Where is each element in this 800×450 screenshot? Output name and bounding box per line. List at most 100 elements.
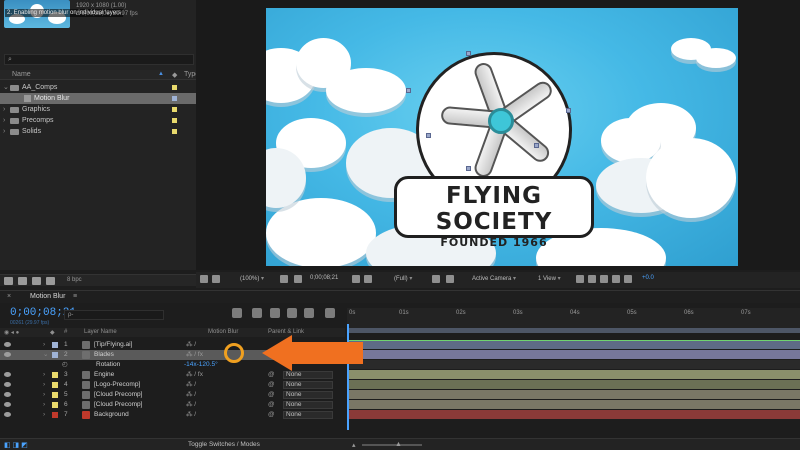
parent-dropdown[interactable]: None — [283, 371, 333, 379]
new-folder-icon[interactable] — [18, 277, 27, 285]
interpret-footage-icon[interactable] — [4, 277, 13, 285]
show-snapshot-icon[interactable] — [364, 275, 372, 283]
layer-bar[interactable] — [349, 340, 800, 349]
tab-motion-blur[interactable]: Motion Blur — [30, 293, 65, 300]
reset-exposure-icon[interactable] — [624, 275, 632, 283]
chevron-right-icon[interactable]: › — [3, 104, 5, 115]
pickwhip-icon[interactable]: @ — [268, 400, 275, 410]
parent-dropdown[interactable]: None — [283, 401, 333, 409]
layer-name[interactable]: Blades — [94, 350, 114, 360]
layer-switches[interactable]: ⁂ / — [186, 400, 196, 410]
column-motion-blur[interactable]: Motion Blur — [208, 329, 238, 335]
toggle-pixel-aspect-icon[interactable] — [576, 275, 584, 283]
render-time-icon[interactable]: ◧ ◨ ◩ — [4, 441, 28, 449]
label-swatch[interactable] — [52, 412, 58, 418]
transform-handle[interactable] — [406, 88, 411, 93]
layer-switches[interactable]: ⁂ / fx — [186, 370, 203, 380]
label-swatch[interactable] — [52, 392, 58, 398]
timeline-search-input[interactable]: ρ- — [64, 310, 164, 320]
layer-switches[interactable]: ⁂ / — [186, 380, 196, 390]
layer-switches[interactable]: ⁂ / — [186, 390, 196, 400]
project-item-motion-blur[interactable]: Motion Blur — [0, 93, 196, 104]
fast-preview-icon[interactable] — [588, 275, 596, 283]
chevron-right-icon[interactable]: › — [43, 340, 45, 350]
layer-switches[interactable]: ⁂ / — [186, 340, 196, 350]
transform-handle[interactable] — [466, 51, 471, 56]
mask-visibility-icon[interactable] — [294, 275, 302, 283]
chevron-right-icon[interactable]: › — [3, 115, 5, 126]
transform-handle[interactable] — [426, 133, 431, 138]
eye-icon[interactable] — [4, 342, 11, 347]
keyframe-track[interactable] — [349, 360, 800, 369]
layer-bar[interactable] — [349, 350, 800, 359]
zoom-dropdown[interactable]: (100%) — [240, 275, 264, 282]
label-swatch[interactable] — [52, 402, 58, 408]
stopwatch-icon[interactable]: ◴ — [62, 360, 68, 370]
project-item-solids[interactable]: › Solids — [0, 126, 196, 137]
layer-bar[interactable] — [349, 380, 800, 389]
eye-icon[interactable] — [4, 402, 11, 407]
parent-dropdown[interactable]: None — [283, 391, 333, 399]
label-tag-icon[interactable]: ◆ — [50, 329, 55, 336]
close-icon[interactable]: × — [7, 293, 11, 300]
label-swatch[interactable] — [172, 118, 177, 123]
layer-switches[interactable]: ⁂ / fx — [186, 350, 203, 360]
layer-name[interactable]: [Logo-Precomp] — [94, 380, 140, 390]
transform-handle[interactable] — [466, 166, 471, 171]
eye-icon[interactable] — [4, 372, 11, 377]
eye-icon[interactable] — [4, 382, 11, 387]
eye-icon[interactable] — [4, 392, 11, 397]
chevron-down-icon[interactable]: ⌄ — [3, 82, 9, 93]
column-name[interactable]: Name — [12, 71, 31, 78]
transform-handle[interactable] — [534, 143, 539, 148]
exposure-value[interactable]: +0.0 — [642, 275, 654, 281]
resolution-dropdown[interactable]: (Full) — [394, 275, 412, 282]
chevron-right-icon[interactable]: › — [43, 380, 45, 390]
parent-dropdown[interactable]: None — [283, 411, 333, 419]
flowchart-icon[interactable] — [612, 275, 620, 283]
layer-bar[interactable] — [349, 390, 800, 399]
layer-row[interactable]: › 3 Engine ⁂ / fx @ None — [0, 370, 345, 380]
draft-3d-icon[interactable] — [252, 308, 262, 318]
label-swatch[interactable] — [172, 85, 177, 90]
view-layout-dropdown[interactable]: 1 View — [538, 275, 561, 282]
zoom-slider[interactable] — [362, 444, 422, 446]
sort-arrow-icon[interactable]: ▲ — [158, 71, 164, 77]
label-tag-icon[interactable]: ◆ — [172, 71, 177, 79]
transparency-grid-icon[interactable] — [446, 275, 454, 283]
shy-layers-icon[interactable] — [270, 308, 280, 318]
layer-row[interactable]: › 5 [Cloud Precomp] ⁂ / @ None — [0, 390, 345, 400]
layer-row[interactable]: › 4 [Logo-Precomp] ⁂ / @ None — [0, 380, 345, 390]
zoom-out-icon[interactable]: ▴ — [352, 441, 356, 449]
layer-switches[interactable]: ⁂ / — [186, 410, 196, 420]
project-item-precomps[interactable]: › Precomps — [0, 115, 196, 126]
av-features-icon[interactable]: ◉ ◂ ● — [4, 329, 19, 336]
toggle-switches-modes[interactable]: Toggle Switches / Modes — [188, 441, 260, 448]
eye-icon[interactable] — [4, 412, 11, 417]
zoom-in-icon[interactable]: ▲ — [395, 441, 402, 448]
pickwhip-icon[interactable]: @ — [268, 370, 275, 380]
column-number[interactable]: # — [64, 329, 67, 335]
label-swatch[interactable] — [172, 129, 177, 134]
comp-canvas[interactable]: FLYING SOCIETY FOUNDED 1966 — [266, 8, 738, 266]
chevron-right-icon[interactable]: › — [43, 370, 45, 380]
composition-mini-flowchart-icon[interactable] — [232, 308, 242, 318]
chevron-right-icon[interactable]: › — [43, 390, 45, 400]
timeline-icon[interactable] — [600, 275, 608, 283]
label-swatch[interactable] — [172, 96, 177, 101]
label-swatch[interactable] — [52, 372, 58, 378]
eye-icon[interactable] — [4, 352, 11, 357]
layer-name[interactable]: Engine — [94, 370, 114, 380]
composition-viewer[interactable]: FLYING SOCIETY FOUNDED 1966 — [196, 0, 800, 270]
new-comp-icon[interactable] — [32, 277, 41, 285]
layer-row[interactable]: › 7 Background ⁂ / @ None — [0, 410, 345, 420]
chevron-right-icon[interactable]: › — [43, 410, 45, 420]
project-search-input[interactable]: ⌕ — [4, 54, 194, 65]
vr-icon[interactable] — [212, 275, 220, 283]
label-swatch[interactable] — [52, 382, 58, 388]
camera-dropdown[interactable]: Active Camera — [472, 275, 516, 282]
project-item-aa-comps[interactable]: ⌄ AA_Comps — [0, 82, 196, 93]
frame-blending-icon[interactable] — [287, 308, 297, 318]
layer-name[interactable]: [Cloud Precomp] — [94, 400, 142, 410]
snapshot-icon[interactable] — [352, 275, 360, 283]
